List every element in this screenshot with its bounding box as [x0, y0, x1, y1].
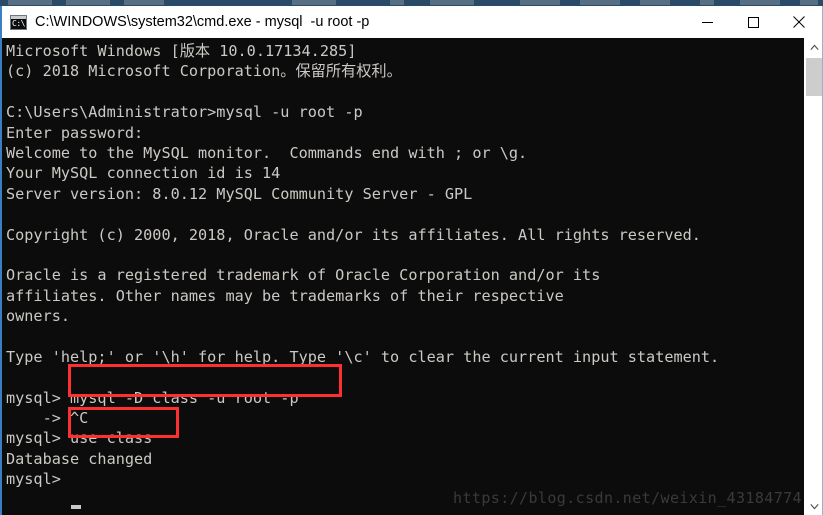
title-bar[interactable]: C:\ C:\WINDOWS\system32\cmd.exe - mysql …: [2, 6, 822, 38]
scroll-up-button[interactable]: [805, 38, 822, 56]
minimize-icon: [701, 21, 713, 23]
console-cursor: [71, 505, 81, 509]
annotation-box-mysql-command: [68, 364, 342, 397]
console-line: Copyright (c) 2000, 2018, Oracle and/or …: [6, 225, 701, 244]
console-line: affiliates. Other names may be trademark…: [6, 286, 564, 305]
console-line: mysql>: [6, 470, 71, 489]
chevron-down-icon: [809, 503, 819, 510]
console-line: Database changed: [6, 449, 153, 468]
console-line: Server version: 8.0.12 MySQL Community S…: [6, 184, 473, 203]
console-line: Oracle is a registered trademark of Orac…: [6, 266, 601, 285]
cmd-console-window: C:\ C:\WINDOWS\system32\cmd.exe - mysql …: [0, 6, 823, 515]
close-button[interactable]: [776, 6, 822, 38]
annotation-box-use-class: [68, 407, 179, 438]
console-line: Welcome to the MySQL monitor. Commands e…: [6, 143, 528, 162]
scroll-down-button[interactable]: [805, 497, 822, 515]
window-title: C:\WINDOWS\system32\cmd.exe - mysql -u r…: [35, 14, 370, 30]
maximize-button[interactable]: [730, 6, 776, 38]
chevron-up-icon: [809, 43, 819, 50]
console-line: C:\Users\Administrator>mysql -u root -p: [6, 103, 363, 122]
cmd-icon: C:\: [10, 14, 27, 30]
console-scrollbar[interactable]: [804, 38, 822, 515]
cmd-icon-label: C:\: [12, 18, 25, 28]
console-line: (c) 2018 Microsoft Corporation。保留所有权利。: [6, 62, 402, 81]
scrollbar-thumb[interactable]: [806, 58, 822, 96]
console-line: Enter password:: [6, 123, 144, 142]
console-line: Microsoft Windows [版本 10.0.17134.285]: [6, 42, 357, 60]
console-line: Your MySQL connection id is 14: [6, 164, 281, 183]
window-controls: [684, 6, 822, 38]
maximize-icon: [747, 16, 759, 28]
console-output-area[interactable]: Microsoft Windows [版本 10.0.17134.285] (c)…: [2, 38, 822, 515]
console-line: owners.: [6, 307, 71, 326]
close-icon: [793, 16, 805, 28]
watermark: https://blog.csdn.net/weixin_43184774: [453, 489, 802, 507]
minimize-button[interactable]: [684, 6, 730, 38]
scrollbar-track[interactable]: [805, 56, 822, 497]
